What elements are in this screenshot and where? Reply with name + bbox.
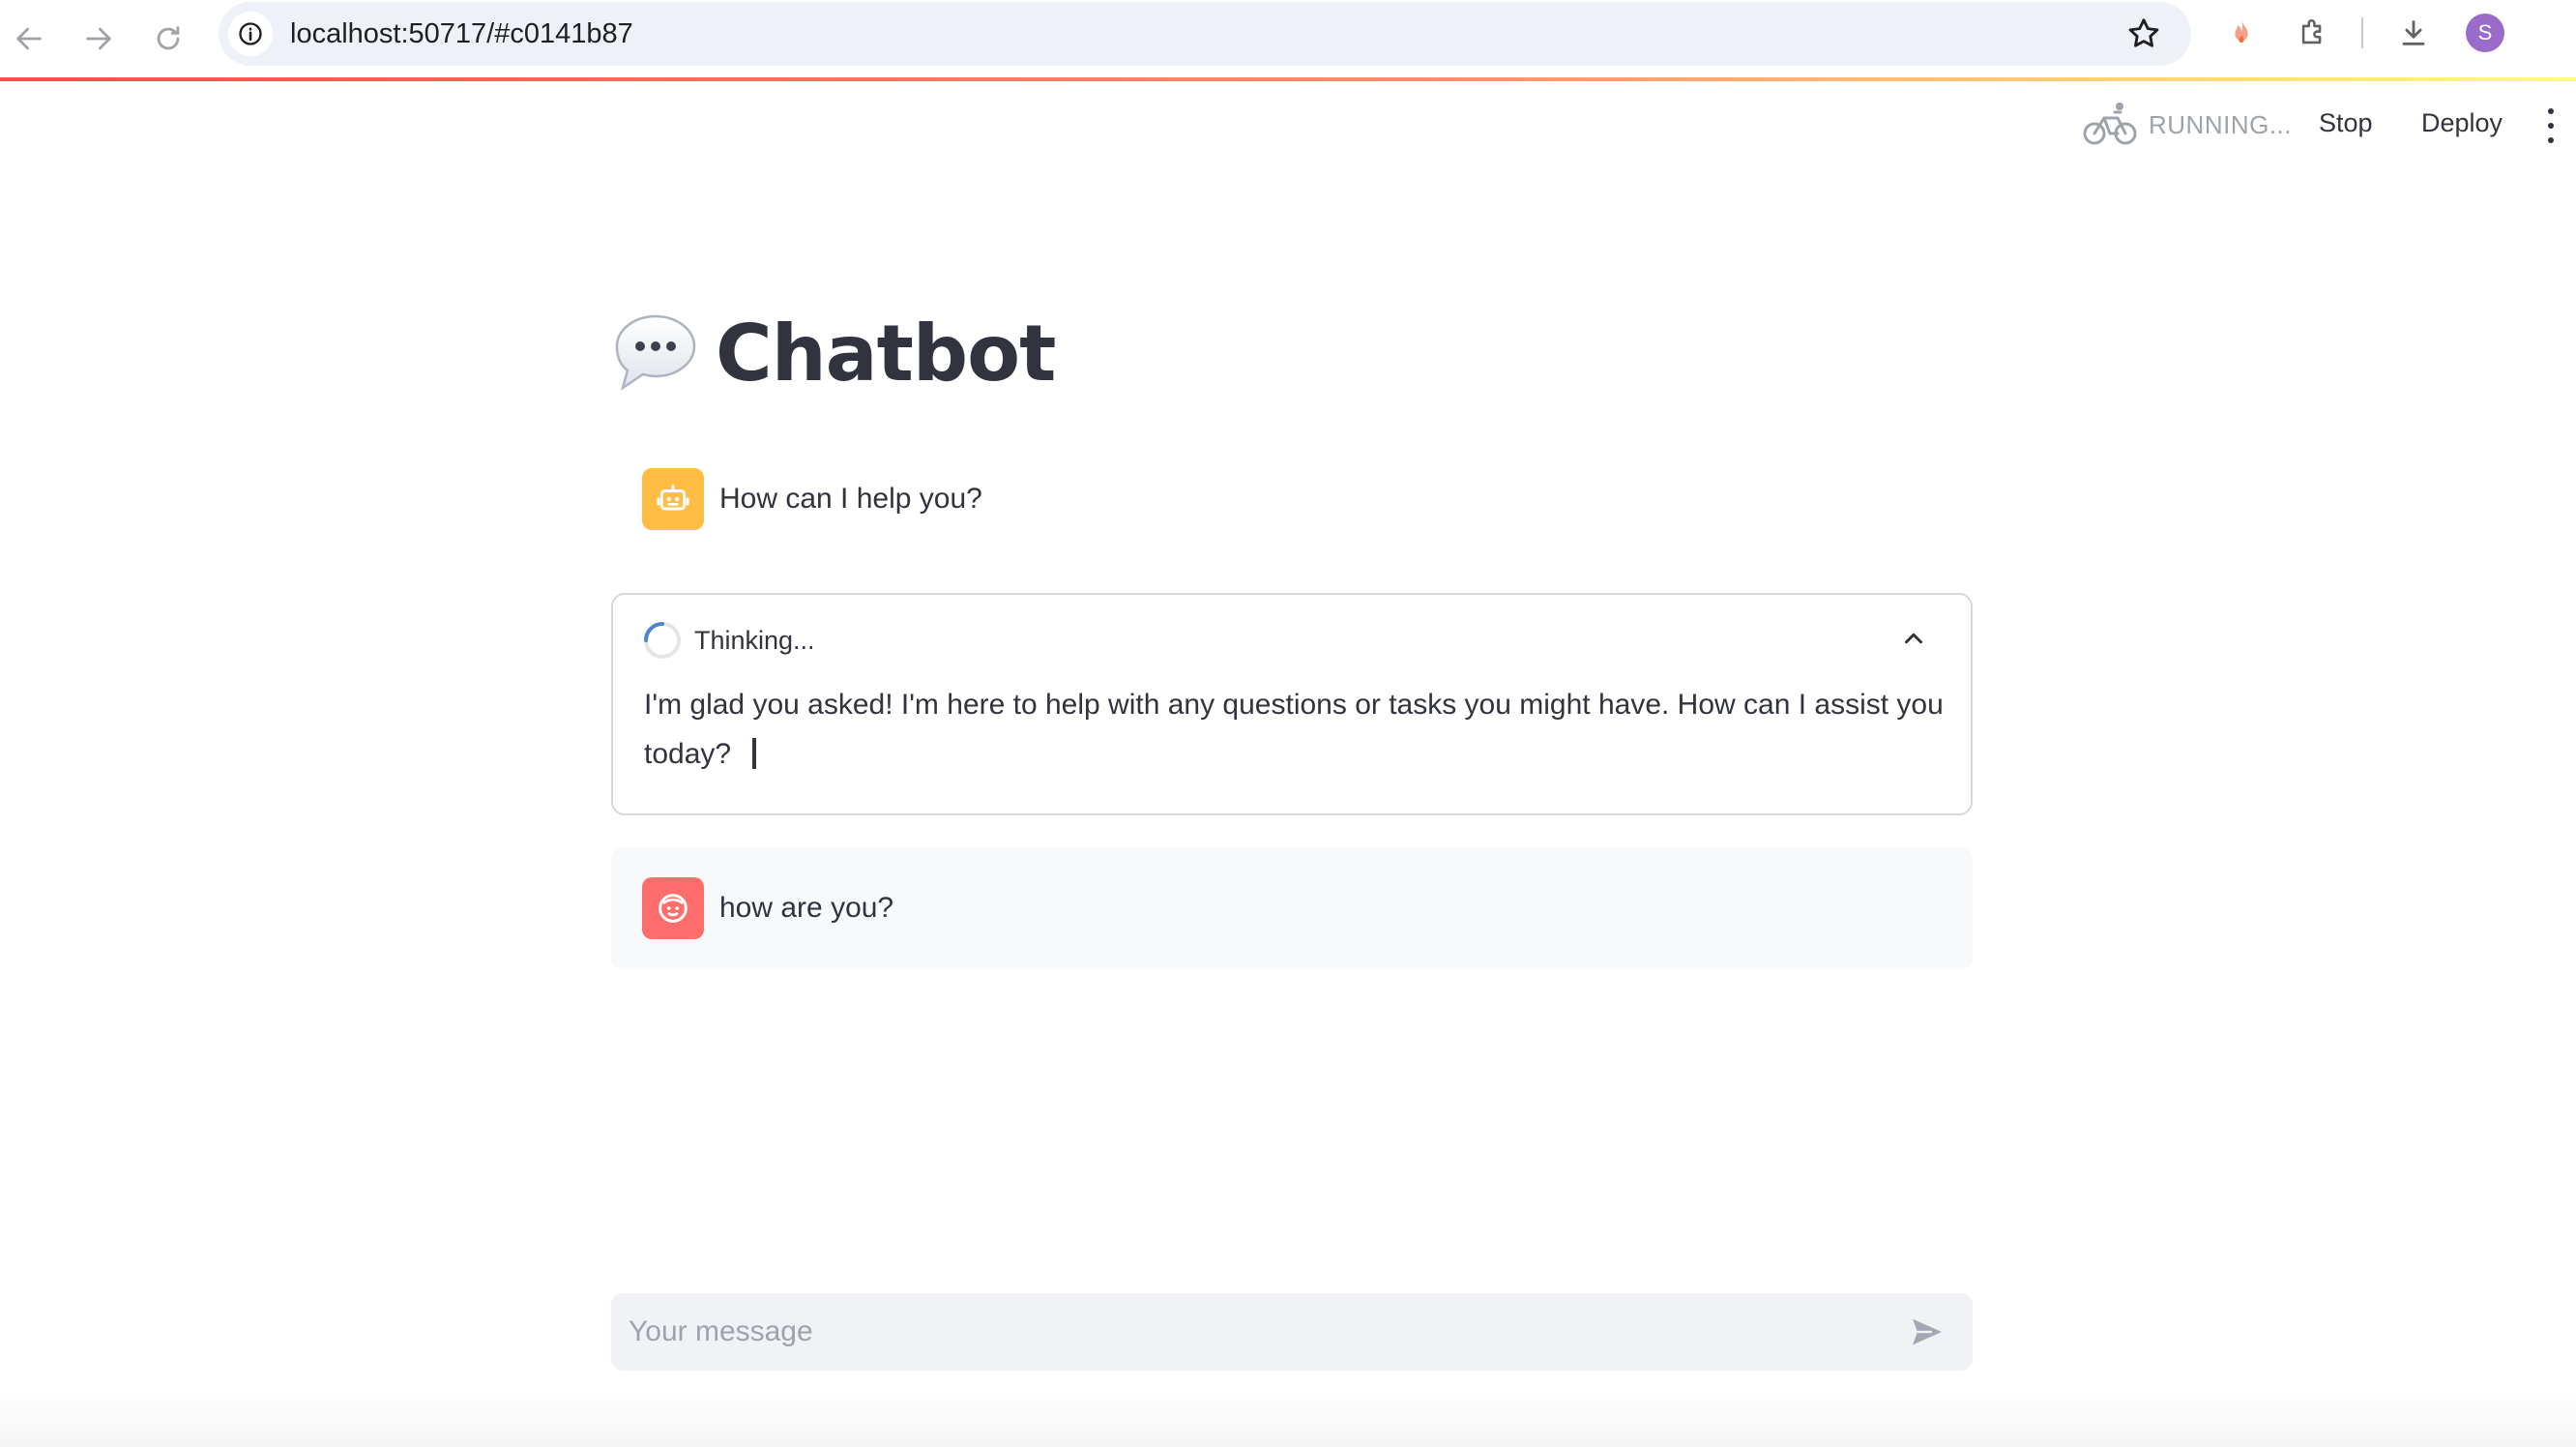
main-menu-button[interactable] — [2543, 108, 2559, 143]
url-text[interactable]: localhost:50717/#c0141b87 — [290, 18, 633, 50]
reload-icon — [157, 26, 180, 50]
forward-button[interactable] — [73, 14, 124, 64]
user-message: how are you? — [611, 847, 1973, 969]
smiley-face-icon — [659, 894, 688, 923]
send-button[interactable] — [1905, 1310, 1949, 1354]
message-text: how are you? — [719, 892, 894, 924]
typing-cursor — [752, 738, 757, 769]
chevron-up-icon[interactable] — [1899, 624, 1928, 653]
robot-icon — [657, 485, 689, 511]
deploy-button[interactable]: Deploy — [2421, 108, 2503, 138]
spinner-icon — [644, 622, 681, 659]
download-icon[interactable] — [2392, 12, 2435, 54]
send-icon — [1913, 1318, 1942, 1345]
bottom-fade — [0, 1393, 2576, 1447]
profile-avatar[interactable]: S — [2466, 14, 2504, 52]
arrow-left-icon — [16, 27, 42, 50]
thinking-status-expander: Thinking... I'm glad you asked! I'm here… — [611, 593, 1973, 815]
status-content: I'm glad you asked! I'm here to help wit… — [644, 680, 1947, 779]
app-decoration-bar — [0, 77, 2576, 81]
user-avatar — [642, 877, 704, 939]
page-header: Chatbot — [611, 290, 1973, 416]
site-info-button[interactable] — [228, 12, 273, 56]
message-text: How can I help you? — [719, 483, 982, 515]
vertical-dots-icon — [2548, 108, 2554, 114]
reload-button[interactable] — [143, 14, 193, 64]
bicycle-icon — [2083, 103, 2137, 145]
chat-input-container — [611, 1293, 1973, 1371]
chat-input[interactable] — [611, 1293, 1905, 1371]
puzzle-icon[interactable] — [2292, 12, 2334, 54]
main-content: Chatbot How can I help you? Thinking... — [611, 290, 1973, 969]
toolbar-divider — [2361, 17, 2363, 48]
browser-toolbar: localhost:50717/#c0141b87 S — [0, 0, 2576, 77]
info-icon — [239, 22, 262, 45]
arrow-right-icon — [86, 27, 111, 50]
back-button[interactable] — [4, 14, 54, 64]
assistant-message: How can I help you? — [611, 453, 1973, 546]
status-header[interactable]: Thinking... — [642, 620, 815, 661]
flame-extension-icon[interactable] — [2220, 12, 2263, 54]
assistant-avatar — [642, 468, 704, 530]
streaming-text: I'm glad you asked! I'm here to help wit… — [644, 689, 1944, 770]
star-icon[interactable] — [2125, 15, 2162, 52]
status-label: Thinking... — [694, 625, 815, 655]
stop-button[interactable]: Stop — [2319, 108, 2373, 138]
running-status: RUNNING... — [2149, 110, 2292, 139]
speech-bubble-icon — [615, 314, 696, 391]
page-title: Chatbot — [716, 308, 1056, 399]
address-bar[interactable]: localhost:50717/#c0141b87 — [219, 2, 2191, 66]
